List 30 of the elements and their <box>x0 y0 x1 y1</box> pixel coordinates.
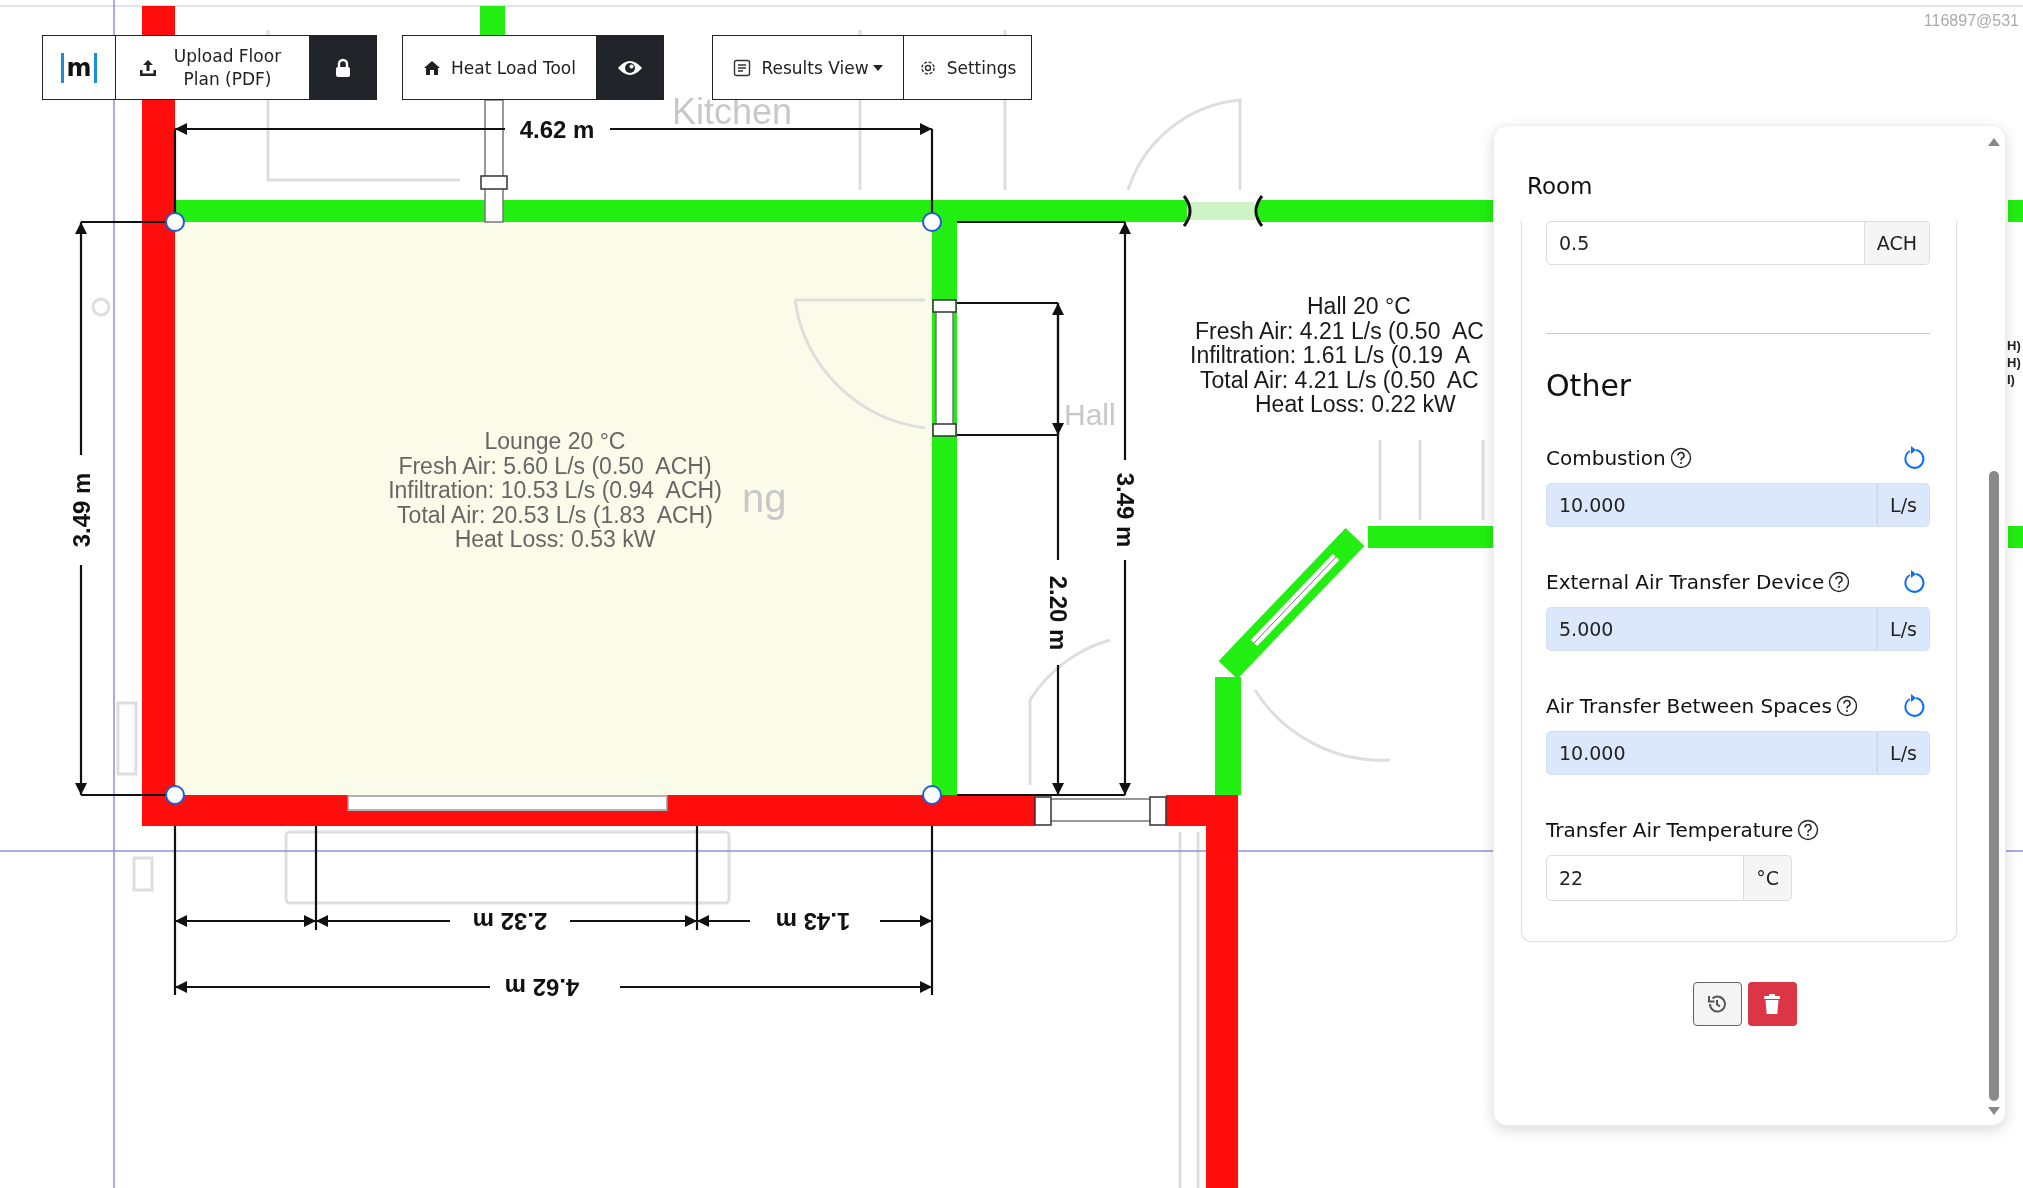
number-field[interactable]: 0.5 <box>1546 221 1865 265</box>
number-field[interactable]: 10.000 <box>1546 483 1878 527</box>
field-label: Transfer Air Temperature <box>1546 818 1794 842</box>
version-label: 116897@531 <box>1923 12 2019 30</box>
room-label: I) <box>2007 372 2015 387</box>
room-label: H) <box>2007 338 2021 353</box>
dimension-label: 3.49 m <box>1111 472 1139 548</box>
panel-title: Room <box>1527 172 1593 199</box>
dimension-label: 3.49 m <box>67 472 95 548</box>
dimension-label: 4.62 m <box>504 973 580 1001</box>
number-field[interactable]: 10.000 <box>1546 731 1878 775</box>
unit-addon: L/s <box>1877 731 1930 775</box>
dimension-label: 4.62 m <box>519 115 595 143</box>
field-label: Air Transfer Between Spaces <box>1546 694 1832 718</box>
room-label: Hall 20 °C <box>1307 293 1411 319</box>
unit-addon: °C <box>1744 855 1792 901</box>
unit-addon: L/s <box>1877 483 1930 527</box>
section-title: Other <box>1546 368 1633 403</box>
field-label: Combustion <box>1546 446 1666 470</box>
dimension-label: 2.32 m <box>472 907 548 935</box>
dimension-label: 1.43 m <box>775 907 851 935</box>
unit-addon: L/s <box>1877 607 1930 651</box>
room-label: H) <box>2007 355 2021 370</box>
unit-addon: ACH <box>1864 221 1930 265</box>
room-label: Fresh Air: 4.21 L/s (0.50 AC <box>1195 317 1484 344</box>
dimension-label: 2.20 m <box>1044 575 1072 651</box>
number-field[interactable]: 22 <box>1546 855 1745 901</box>
field-label: External Air Transfer Device <box>1546 570 1825 594</box>
number-field[interactable]: 5.000 <box>1546 607 1878 651</box>
room-label: Lounge 20 °C <box>484 428 626 454</box>
